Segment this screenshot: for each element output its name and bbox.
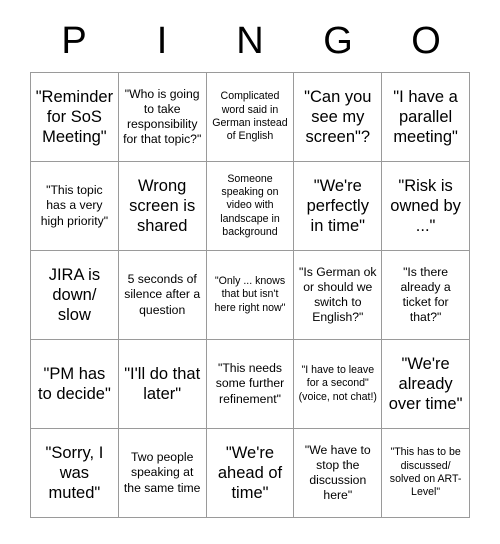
bingo-cell-label: "We're perfectly in time" bbox=[306, 176, 369, 236]
bingo-cell-r1c5[interactable]: "I have a parallel meeting" bbox=[382, 73, 470, 162]
bingo-cell-r1c1[interactable]: "Reminder for SoS Meeting" bbox=[31, 73, 119, 162]
bingo-cell-r4c5[interactable]: "We're already over time" bbox=[382, 340, 470, 429]
bingo-cell-label: "This has to be discussed/ solved on ART… bbox=[389, 446, 462, 499]
bingo-cell-label: "We have to stop the discussion here" bbox=[304, 442, 371, 503]
bingo-cell-r5c1[interactable]: "Sorry, I was muted" bbox=[31, 429, 119, 518]
bingo-cell-label: "Risk is owned by ..." bbox=[390, 176, 461, 236]
bingo-cell-label: "Sorry, I was muted" bbox=[45, 443, 104, 503]
bingo-cell-label: "I have to leave for a second" (voice, n… bbox=[298, 363, 377, 403]
bingo-header-letter-4: G bbox=[323, 20, 353, 62]
bingo-cell-label: "Reminder for SoS Meeting" bbox=[35, 87, 114, 147]
bingo-cell-r2c2[interactable]: Wrong screen is shared bbox=[118, 162, 207, 251]
bingo-cell-r1c4[interactable]: "Can you see my screen"? bbox=[294, 73, 383, 162]
bingo-header-letter-3: N bbox=[236, 20, 264, 62]
bingo-cell-label: Someone speaking on video with landscape… bbox=[220, 172, 280, 239]
bingo-cell-r2c1[interactable]: "This topic has a very high priority" bbox=[31, 162, 119, 251]
bingo-cell-r4c1[interactable]: "PM has to decide" bbox=[31, 340, 119, 429]
bingo-cell-label: "We're already over time" bbox=[388, 354, 463, 414]
bingo-cell-r3c4[interactable]: "Is German ok or should we switch to Eng… bbox=[294, 251, 383, 340]
bingo-cell-r1c2[interactable]: "Who is going to take responsibility for… bbox=[118, 73, 207, 162]
bingo-cell-r5c3[interactable]: "We're ahead of time" bbox=[206, 429, 295, 518]
bingo-cell-label: "Is there already a ticket for that?" bbox=[400, 264, 451, 325]
bingo-card: P I N G O "Reminder for SoS Meeting" "Who is … bbox=[0, 0, 500, 544]
bingo-grid: "Reminder for SoS Meeting" "Who is going … bbox=[30, 72, 470, 518]
bingo-cell-label: "I have a parallel meeting" bbox=[393, 87, 458, 147]
bingo-cell-label: "We're ahead of time" bbox=[217, 443, 283, 503]
bingo-cell-r3c3[interactable]: "Only ... knows that but isn't here righ… bbox=[206, 251, 295, 340]
bingo-cell-r4c3[interactable]: "This needs some further refinement" bbox=[206, 340, 295, 429]
bingo-cell-label: Two people speaking at the same time bbox=[123, 450, 201, 495]
bingo-cell-r4c2[interactable]: "I'll do that later" bbox=[118, 340, 207, 429]
bingo-cell-label: Wrong screen is shared bbox=[129, 176, 196, 236]
bingo-cell-label: "Only ... knows that but isn't here righ… bbox=[214, 274, 286, 314]
bingo-cell-r3c2[interactable]: 5 seconds of silence after a question bbox=[118, 251, 207, 340]
bingo-cell-r2c5[interactable]: "Risk is owned by ..." bbox=[382, 162, 470, 251]
bingo-cell-r3c5[interactable]: "Is there already a ticket for that?" bbox=[382, 251, 470, 340]
bingo-cell-label: 5 seconds of silence after a question bbox=[124, 272, 201, 317]
bingo-cell-label: "Is German ok or should we switch to Eng… bbox=[299, 264, 377, 325]
bingo-header-letter-2: I bbox=[156, 20, 168, 62]
bingo-cell-r5c2[interactable]: Two people speaking at the same time bbox=[118, 429, 207, 518]
bingo-cell-label: "Who is going to take responsibility for… bbox=[123, 86, 202, 147]
bingo-header-letter-1: P bbox=[61, 20, 87, 62]
bingo-cell-r3c1[interactable]: JIRA is down/ slow bbox=[31, 251, 119, 340]
bingo-header-letter-5: O bbox=[411, 20, 441, 62]
bingo-cell-label: "PM has to decide" bbox=[37, 364, 111, 403]
bingo-cell-label: "This topic has a very high priority" bbox=[40, 183, 109, 228]
bingo-cell-label: JIRA is down/ slow bbox=[48, 265, 101, 325]
bingo-cell-r2c3[interactable]: Someone speaking on video with landscape… bbox=[206, 162, 295, 251]
bingo-cell-r4c4[interactable]: "I have to leave for a second" (voice, n… bbox=[294, 340, 383, 429]
bingo-cell-r5c4[interactable]: "We have to stop the discussion here" bbox=[294, 429, 383, 518]
bingo-header: PINGO bbox=[30, 12, 470, 70]
bingo-cell-label: "I'll do that later" bbox=[124, 364, 201, 403]
bingo-cell-label: "This needs some further refinement" bbox=[215, 361, 285, 406]
bingo-cell-r5c5[interactable]: "This has to be discussed/ solved on ART… bbox=[382, 429, 470, 518]
bingo-cell-r2c4[interactable]: "We're perfectly in time" bbox=[294, 162, 383, 251]
bingo-cell-label: "Can you see my screen"? bbox=[304, 87, 372, 147]
bingo-cell-r1c3[interactable]: Complicated word said in German instead … bbox=[206, 73, 295, 162]
bingo-cell-label: Complicated word said in German instead … bbox=[212, 90, 288, 143]
